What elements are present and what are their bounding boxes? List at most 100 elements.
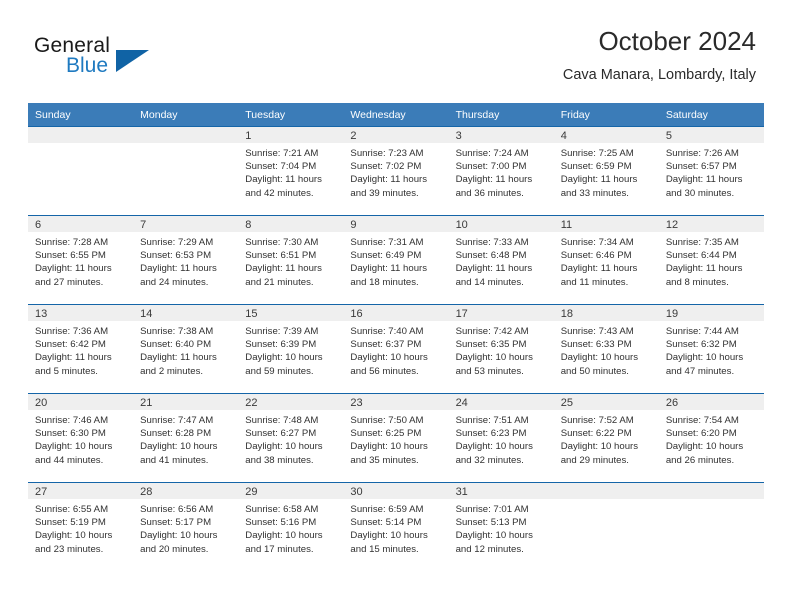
daylight-duration-line1: Daylight: 10 hours xyxy=(245,352,323,364)
calendar-day-cell[interactable]: 4 Sunrise: 7:25 AM Sunset: 6:59 PM Daylight… xyxy=(553,126,659,216)
daylight-duration-line2: and 18 minutes. xyxy=(350,276,419,288)
sunrise-time: Sunrise: 7:33 AM xyxy=(455,237,529,248)
day-number: 17 xyxy=(448,305,554,321)
calendar-grid: Sunday Monday Tuesday Wednesday Thursday… xyxy=(28,103,764,571)
day-details: Sunrise: 6:56 AM Sunset: 5:17 PM Daylight:… xyxy=(133,499,238,556)
sunset-time: Sunset: 6:37 PM xyxy=(350,339,422,351)
day-details: Sunrise: 7:39 AM Sunset: 6:39 PM Daylight:… xyxy=(238,321,343,378)
calendar-day-cell[interactable]: 28 Sunrise: 6:56 AM Sunset: 5:17 PM Dayligh… xyxy=(133,482,239,571)
calendar-day-cell[interactable]: 14 Sunrise: 7:38 AM Sunset: 6:40 PM Dayligh… xyxy=(133,304,239,394)
daylight-duration-line2: and 24 minutes. xyxy=(140,276,209,288)
daylight-duration-line1: Daylight: 11 hours xyxy=(560,174,638,186)
calendar-day-cell[interactable]: 3 Sunrise: 7:24 AM Sunset: 7:00 PM Daylight… xyxy=(448,126,554,216)
weekday-header-sunday: Sunday xyxy=(28,103,134,127)
day-details: Sunrise: 7:46 AM Sunset: 6:30 PM Daylight:… xyxy=(28,410,133,467)
day-number: 2 xyxy=(343,127,449,143)
sunrise-time: Sunrise: 7:47 AM xyxy=(140,415,214,426)
calendar-day-cell[interactable]: 19 Sunrise: 7:44 AM Sunset: 6:32 PM Dayligh… xyxy=(658,304,764,394)
sunset-time: Sunset: 5:19 PM xyxy=(35,517,106,529)
daylight-duration-line2: and 33 minutes. xyxy=(560,187,629,199)
daylight-duration-line1: Daylight: 10 hours xyxy=(455,352,533,364)
daylight-duration-line2: and 2 minutes. xyxy=(140,365,204,377)
daylight-duration-line2: and 26 minutes. xyxy=(665,454,735,466)
calendar-day-cell[interactable]: 27 Sunrise: 6:55 AM Sunset: 5:19 PM Dayligh… xyxy=(28,482,134,571)
day-details: Sunrise: 7:34 AM Sunset: 6:46 PM Daylight:… xyxy=(554,232,659,289)
daylight-duration-line1: Daylight: 11 hours xyxy=(140,263,217,275)
daylight-duration-line2: and 30 minutes. xyxy=(665,187,735,199)
calendar-day-cell[interactable]: 16 Sunrise: 7:40 AM Sunset: 6:37 PM Dayligh… xyxy=(343,304,449,394)
day-number: 16 xyxy=(343,305,449,321)
sunrise-time: Sunrise: 7:28 AM xyxy=(35,237,109,248)
calendar-day-cell[interactable]: 5 Sunrise: 7:26 AM Sunset: 6:57 PM Daylight… xyxy=(658,126,764,216)
sunset-time: Sunset: 6:42 PM xyxy=(35,339,106,351)
calendar-day-cell[interactable]: 25 Sunrise: 7:52 AM Sunset: 6:22 PM Dayligh… xyxy=(553,393,659,483)
day-number: 28 xyxy=(133,483,239,499)
day-number: 18 xyxy=(553,305,659,321)
calendar-day-cell[interactable]: 20 Sunrise: 7:46 AM Sunset: 6:30 PM Dayligh… xyxy=(28,393,134,483)
calendar-day-cell[interactable]: 24 Sunrise: 7:51 AM Sunset: 6:23 PM Dayligh… xyxy=(448,393,554,483)
daylight-duration-line1: Daylight: 10 hours xyxy=(35,530,113,542)
sunrise-time: Sunrise: 7:52 AM xyxy=(560,415,634,426)
sunset-time: Sunset: 6:25 PM xyxy=(350,428,422,440)
sunrise-time: Sunrise: 6:58 AM xyxy=(245,504,319,515)
page-title: October 2024 xyxy=(598,26,756,56)
day-details: Sunrise: 7:31 AM Sunset: 6:49 PM Daylight:… xyxy=(343,232,448,289)
calendar-day-cell[interactable]: 6 Sunrise: 7:28 AM Sunset: 6:55 PM Daylight… xyxy=(28,215,134,305)
sunset-time: Sunset: 5:16 PM xyxy=(245,517,317,529)
calendar-day-cell[interactable]: 7 Sunrise: 7:29 AM Sunset: 6:53 PM Daylight… xyxy=(133,215,239,305)
daylight-duration-line1: Daylight: 11 hours xyxy=(560,263,638,275)
day-details: Sunrise: 7:23 AM Sunset: 7:02 PM Daylight:… xyxy=(343,143,448,200)
calendar-day-cell[interactable]: 13 Sunrise: 7:36 AM Sunset: 6:42 PM Dayligh… xyxy=(28,304,134,394)
day-details: Sunrise: 7:28 AM Sunset: 6:55 PM Daylight:… xyxy=(28,232,133,289)
day-number: 30 xyxy=(343,483,449,499)
day-details: Sunrise: 6:55 AM Sunset: 5:19 PM Daylight:… xyxy=(28,499,133,556)
weekday-header-friday: Friday xyxy=(553,103,659,127)
calendar-day-cell[interactable]: 2 Sunrise: 7:23 AM Sunset: 7:02 PM Daylight… xyxy=(343,126,449,216)
calendar-day-cell[interactable]: 18 Sunrise: 7:43 AM Sunset: 6:33 PM Dayligh… xyxy=(553,304,659,394)
sunset-time: Sunset: 6:46 PM xyxy=(560,250,632,262)
sunset-time: Sunset: 6:53 PM xyxy=(140,250,212,262)
calendar-day-cell[interactable]: 15 Sunrise: 7:39 AM Sunset: 6:39 PM Dayligh… xyxy=(238,304,344,394)
calendar-day-cell[interactable]: 11 Sunrise: 7:34 AM Sunset: 6:46 PM Dayligh… xyxy=(553,215,659,305)
sunrise-time: Sunrise: 7:40 AM xyxy=(350,326,424,337)
calendar-header-row: Sunday Monday Tuesday Wednesday Thursday… xyxy=(28,103,764,127)
daylight-duration-line1: Daylight: 11 hours xyxy=(665,174,743,186)
day-details: Sunrise: 7:21 AM Sunset: 7:04 PM Daylight:… xyxy=(238,143,343,200)
daylight-duration-line1: Daylight: 10 hours xyxy=(560,352,639,364)
daylight-duration-line2: and 36 minutes. xyxy=(455,187,524,199)
sunrise-time: Sunrise: 7:29 AM xyxy=(140,237,214,248)
calendar-day-cell[interactable]: 23 Sunrise: 7:50 AM Sunset: 6:25 PM Dayligh… xyxy=(343,393,449,483)
daylight-duration-line2: and 12 minutes. xyxy=(455,543,524,555)
calendar-day-cell[interactable]: 26 Sunrise: 7:54 AM Sunset: 6:20 PM Dayligh… xyxy=(658,393,764,483)
calendar-day-cell[interactable]: 30 Sunrise: 6:59 AM Sunset: 5:14 PM Dayligh… xyxy=(343,482,449,571)
calendar-day-cell[interactable]: 10 Sunrise: 7:33 AM Sunset: 6:48 PM Dayligh… xyxy=(448,215,554,305)
calendar-day-cell[interactable]: 22 Sunrise: 7:48 AM Sunset: 6:27 PM Dayligh… xyxy=(238,393,344,483)
daylight-duration-line1: Daylight: 10 hours xyxy=(245,530,323,542)
calendar-day-cell[interactable]: 31 Sunrise: 7:01 AM Sunset: 5:13 PM Dayligh… xyxy=(448,482,554,571)
day-number: 11 xyxy=(553,216,659,232)
sunset-time: Sunset: 6:32 PM xyxy=(665,339,737,351)
day-details: Sunrise: 7:29 AM Sunset: 6:53 PM Daylight:… xyxy=(133,232,238,289)
day-details: Sunrise: 7:44 AM Sunset: 6:32 PM Daylight:… xyxy=(659,321,764,378)
day-details: Sunrise: 7:01 AM Sunset: 5:13 PM Daylight:… xyxy=(449,499,554,556)
calendar-day-cell[interactable]: 21 Sunrise: 7:47 AM Sunset: 6:28 PM Dayligh… xyxy=(133,393,239,483)
daylight-duration-line2: and 53 minutes. xyxy=(455,365,524,377)
daylight-duration-line2: and 38 minutes. xyxy=(245,454,314,466)
sunset-time: Sunset: 6:59 PM xyxy=(560,161,632,173)
calendar-day-cell[interactable]: 12 Sunrise: 7:35 AM Sunset: 6:44 PM Dayligh… xyxy=(658,215,764,305)
sunrise-time: Sunrise: 7:50 AM xyxy=(350,415,424,426)
calendar-day-cell[interactable]: 9 Sunrise: 7:31 AM Sunset: 6:49 PM Daylight… xyxy=(343,215,449,305)
daylight-duration-line2: and 39 minutes. xyxy=(350,187,419,199)
daylight-duration-line1: Daylight: 10 hours xyxy=(665,352,744,364)
sunrise-time: Sunrise: 7:21 AM xyxy=(245,148,319,159)
sunrise-time: Sunrise: 6:56 AM xyxy=(140,504,214,515)
general-blue-logo[interactable]: General Blue xyxy=(34,34,174,88)
day-number: 29 xyxy=(238,483,344,499)
calendar-day-cell[interactable]: 8 Sunrise: 7:30 AM Sunset: 6:51 PM Daylight… xyxy=(238,215,344,305)
calendar-day-cell[interactable]: 1 Sunrise: 7:21 AM Sunset: 7:04 PM Daylight… xyxy=(238,126,344,216)
calendar-day-cell-empty xyxy=(28,126,134,216)
calendar-day-cell[interactable]: 17 Sunrise: 7:42 AM Sunset: 6:35 PM Dayligh… xyxy=(448,304,554,394)
daylight-duration-line2: and 41 minutes. xyxy=(140,454,209,466)
sunset-time: Sunset: 6:40 PM xyxy=(140,339,212,351)
calendar-day-cell[interactable]: 29 Sunrise: 6:58 AM Sunset: 5:16 PM Dayligh… xyxy=(238,482,344,571)
